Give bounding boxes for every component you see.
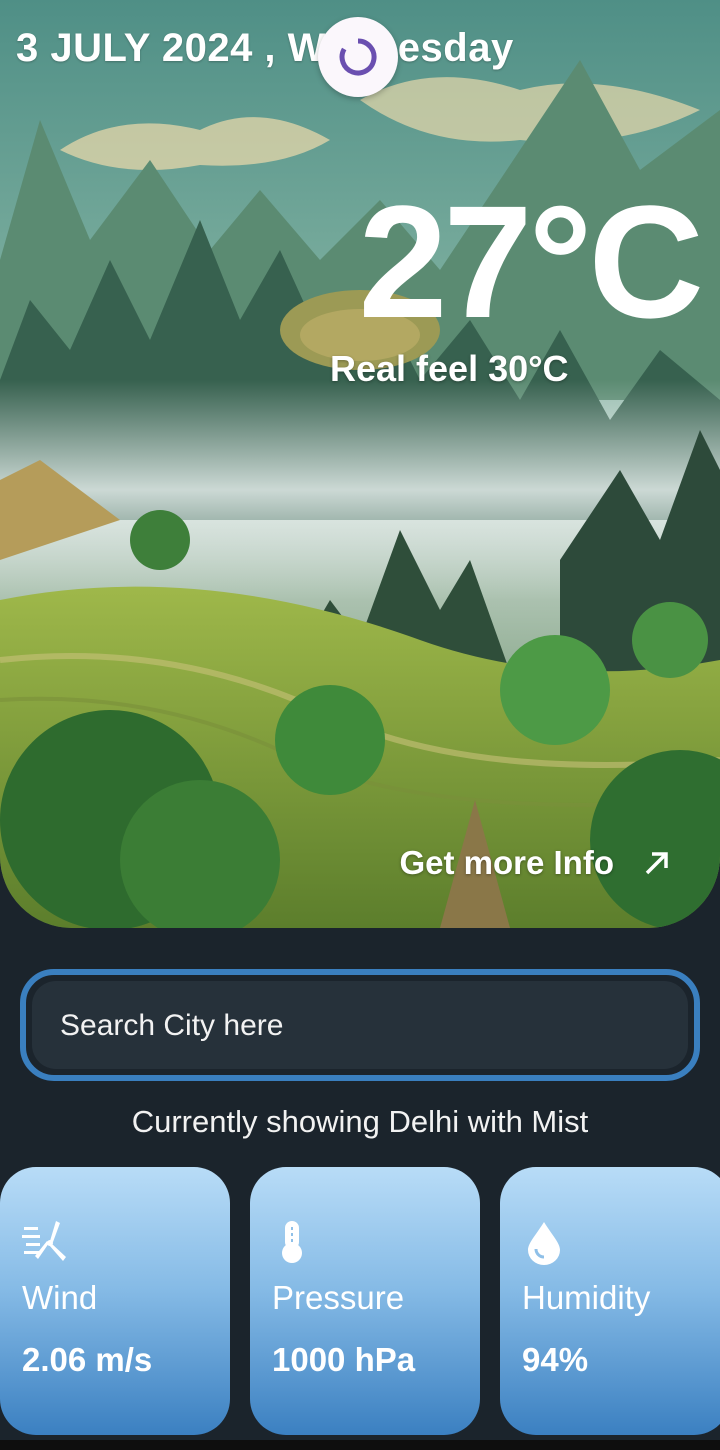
pressure-card[interactable]: Pressure 1000 hPa [250,1167,480,1435]
water-drop-icon [528,1222,560,1265]
humidity-label: Humidity [522,1279,651,1316]
hero-panel: 3 JULY 2024 , Wednesday 27°C Real feel 3… [0,0,720,928]
humidity-value: 94% [522,1341,589,1378]
thermometer-icon [282,1221,302,1263]
search-field-inner [32,981,688,1071]
wind-value: 2.06 m/s [22,1341,153,1378]
loading-spinner [318,17,398,97]
wind-label: Wind [22,1279,98,1316]
arrow-up-right-icon [645,852,668,875]
system-navigation-bar [0,1440,720,1450]
current-location-status: Currently showing Delhi with Mist [131,1104,589,1139]
search-input[interactable] [58,981,642,1071]
temperature-value: 27°C [358,172,704,351]
wind-card[interactable]: Wind 2.06 m/s [0,1167,230,1435]
search-field[interactable] [20,969,700,1081]
get-more-info-label: Get more Info [399,844,614,881]
pressure-value: 1000 hPa [272,1341,416,1378]
real-feel-label: Real feel 30°C [330,348,569,389]
get-more-info-button[interactable]: Get more Info [399,844,672,882]
wind-turbine-icon [22,1221,66,1261]
loading-ring-icon [339,38,377,76]
landscape-illustration [0,0,720,928]
humidity-card[interactable]: Humidity 94% [500,1167,720,1435]
pressure-label: Pressure [272,1279,405,1316]
date-label: 3 JULY 2024 , Wednesday [16,26,514,70]
